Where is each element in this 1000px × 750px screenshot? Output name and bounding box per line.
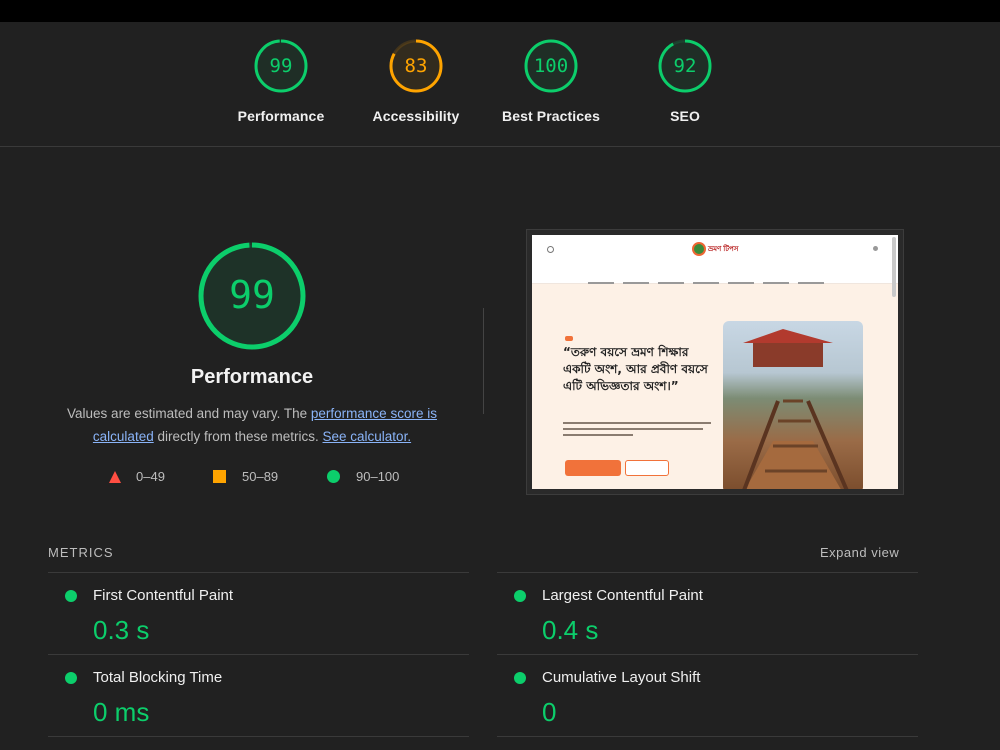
search-icon [547, 246, 554, 253]
metric-name: First Contentful Paint [93, 587, 234, 604]
gauge-accessibility[interactable]: 83 Accessibility [361, 38, 471, 124]
metric-name: Total Blocking Time [93, 669, 223, 686]
metric-name: Cumulative Layout Shift [542, 669, 701, 686]
hero-section: “তরুণ বয়সে ভ্রমণ শিক্ষার একটি অংশ, আর প… [532, 284, 898, 489]
metrics-heading: METRICS [48, 545, 114, 560]
download-button [565, 460, 621, 476]
legend-range: 0–49 [136, 469, 165, 484]
gauge-seo[interactable]: 92 SEO [630, 38, 740, 124]
gauge-label: Accessibility [372, 108, 460, 124]
metric-cumulative-layout-shift: Cumulative Layout Shift 0 [497, 655, 917, 737]
gauge-label: Performance [237, 108, 325, 124]
expand-view-button[interactable]: Expand view [820, 545, 899, 560]
metric-total-blocking-time: Total Blocking Time 0 ms [48, 655, 468, 737]
performance-score: 99 [229, 273, 275, 317]
user-icon [873, 246, 878, 251]
page-screenshot[interactable]: ভ্রমণ টিপস “তরুণ বয়সে ভ্রমণ শিক্ষার একট… [526, 229, 904, 495]
legend-range: 50–89 [242, 469, 279, 484]
gauge-score: 100 [533, 55, 569, 77]
gauge-best-practices[interactable]: 100 Best Practices [496, 38, 606, 124]
metric-value: 0.3 s [93, 615, 150, 645]
gauge-label: Best Practices [502, 108, 600, 124]
hero-tag [565, 336, 573, 341]
gauge-score: 83 [404, 55, 428, 77]
hero-paragraph [563, 422, 713, 440]
divider [48, 736, 469, 737]
screenshot-scrollbar [892, 237, 896, 297]
triangle-icon [109, 471, 121, 483]
screenshot-content: ভ্রমণ টিপস “তরুণ বয়সে ভ্রমণ শিক্ষার একট… [532, 235, 898, 489]
landscape-image [742, 329, 849, 489]
hero-headline: “তরুণ বয়সে ভ্রমণ শিক্ষার একটি অংশ, আর প… [563, 345, 708, 393]
site-nav [588, 271, 848, 284]
gauge-score: 92 [673, 55, 697, 77]
divider [497, 736, 918, 737]
top-bar [0, 0, 1000, 22]
performance-description: Values are estimated and may vary. The p… [52, 402, 452, 448]
pass-indicator [65, 672, 77, 684]
metric-name: Largest Contentful Paint [542, 587, 703, 604]
metric-value: 0.4 s [542, 615, 599, 645]
hero-photo [723, 321, 863, 489]
logo-mark [692, 242, 706, 256]
legend-range: 90–100 [356, 469, 400, 484]
logo-text: ভ্রমণ টিপস [708, 245, 739, 253]
gauge-label: SEO [670, 108, 700, 124]
square-icon [213, 470, 226, 483]
about-button [625, 460, 669, 476]
score-summary: 99 Performance 83 Accessibility 100 Best… [0, 22, 1000, 147]
performance-title: Performance [190, 366, 314, 388]
metric-value: 0 [542, 697, 557, 727]
site-logo: ভ্রমণ টিপস [692, 242, 738, 256]
metric-largest-contentful-paint: Largest Contentful Paint 0.4 s [497, 573, 917, 655]
site-header: ভ্রমণ টিপস [532, 235, 898, 284]
pass-indicator [514, 672, 526, 684]
metric-value: 0 ms [93, 697, 150, 727]
metric-first-contentful-paint: First Contentful Paint 0.3 s [48, 573, 468, 655]
pass-indicator [65, 590, 77, 602]
circle-icon [327, 470, 340, 483]
see-calculator-link[interactable]: See calculator. [323, 429, 412, 444]
pass-indicator [514, 590, 526, 602]
desc-text: Values are estimated and may vary. The [67, 406, 311, 421]
gauge-score: 99 [269, 55, 293, 77]
gauge-performance[interactable]: 99 Performance [226, 38, 336, 124]
desc-text: directly from these metrics. [153, 429, 323, 444]
divider [483, 308, 484, 414]
score-legend: 0–49 50–89 90–100 [106, 468, 426, 486]
